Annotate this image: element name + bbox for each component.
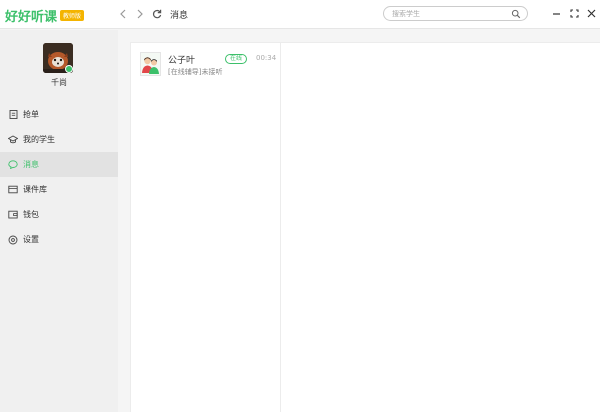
sidebar-item-label: 设置 bbox=[23, 235, 39, 244]
sidebar-item-courseware[interactable]: 课件库 bbox=[0, 177, 118, 202]
graduation-cap-icon bbox=[8, 135, 18, 145]
close-icon bbox=[587, 9, 596, 18]
chat-bubble-icon bbox=[8, 160, 18, 170]
app-logo: 好好听课 教师版 bbox=[5, 6, 85, 25]
title-bar: 好好听课 教师版 消息 bbox=[0, 0, 600, 29]
chevron-left-icon bbox=[120, 9, 126, 19]
minimize-button[interactable] bbox=[551, 8, 562, 19]
close-button[interactable] bbox=[586, 8, 597, 19]
list-item[interactable]: 公子叶 在线 00:34 [在线辅导]未接听 bbox=[131, 43, 281, 85]
minimize-icon bbox=[553, 13, 560, 15]
page-title: 消息 bbox=[170, 11, 189, 21]
sidebar-item-label: 抢单 bbox=[23, 110, 39, 119]
message-time: 00:34 bbox=[256, 54, 277, 62]
wallet-icon bbox=[8, 210, 18, 220]
settings-icon bbox=[8, 235, 18, 245]
conversation-list: 公子叶 在线 00:34 [在线辅导]未接听 bbox=[131, 43, 281, 412]
contact-avatar bbox=[140, 52, 161, 76]
search-icon[interactable] bbox=[511, 9, 521, 19]
sidebar-item-grab-orders[interactable]: 抢单 bbox=[0, 102, 118, 127]
verified-badge bbox=[65, 65, 73, 73]
sidebar-item-settings[interactable]: 设置 bbox=[0, 227, 118, 252]
clipboard-icon bbox=[8, 110, 18, 120]
sidebar-menu: 抢单 我的学生 消息 课件库 钱包 设置 bbox=[0, 102, 118, 252]
sidebar-item-label: 钱包 bbox=[23, 210, 39, 219]
logo-badge: 教师版 bbox=[60, 10, 85, 21]
sidebar-item-messages[interactable]: 消息 bbox=[0, 152, 118, 177]
message-preview: [在线辅导]未接听 bbox=[168, 68, 223, 76]
refresh-icon bbox=[152, 9, 162, 19]
chevron-right-icon bbox=[137, 9, 143, 19]
courseware-icon bbox=[8, 185, 18, 195]
couple-avatar-icon bbox=[141, 53, 160, 75]
status-badge: 在线 bbox=[225, 54, 248, 64]
maximize-button[interactable] bbox=[569, 8, 580, 19]
search-input[interactable] bbox=[392, 9, 510, 19]
logo-text: 好好听课 bbox=[5, 10, 58, 25]
contact-name: 公子叶 bbox=[168, 56, 196, 66]
refresh-button[interactable] bbox=[150, 7, 164, 21]
sidebar: 千尚 抢单 我的学生 消息 课件库 钱包 设置 bbox=[0, 30, 118, 412]
sidebar-item-label: 我的学生 bbox=[23, 135, 55, 144]
username: 千尚 bbox=[51, 78, 67, 87]
sidebar-item-my-students[interactable]: 我的学生 bbox=[0, 127, 118, 152]
back-button[interactable] bbox=[116, 7, 130, 21]
maximize-icon bbox=[570, 9, 579, 18]
messages-panel: 公子叶 在线 00:34 [在线辅导]未接听 bbox=[130, 42, 600, 412]
sidebar-item-wallet[interactable]: 钱包 bbox=[0, 202, 118, 227]
search-box[interactable] bbox=[383, 6, 528, 21]
chat-pane bbox=[282, 43, 600, 412]
sidebar-item-label: 消息 bbox=[23, 160, 39, 169]
forward-button[interactable] bbox=[133, 7, 147, 21]
sidebar-item-label: 课件库 bbox=[23, 185, 47, 194]
